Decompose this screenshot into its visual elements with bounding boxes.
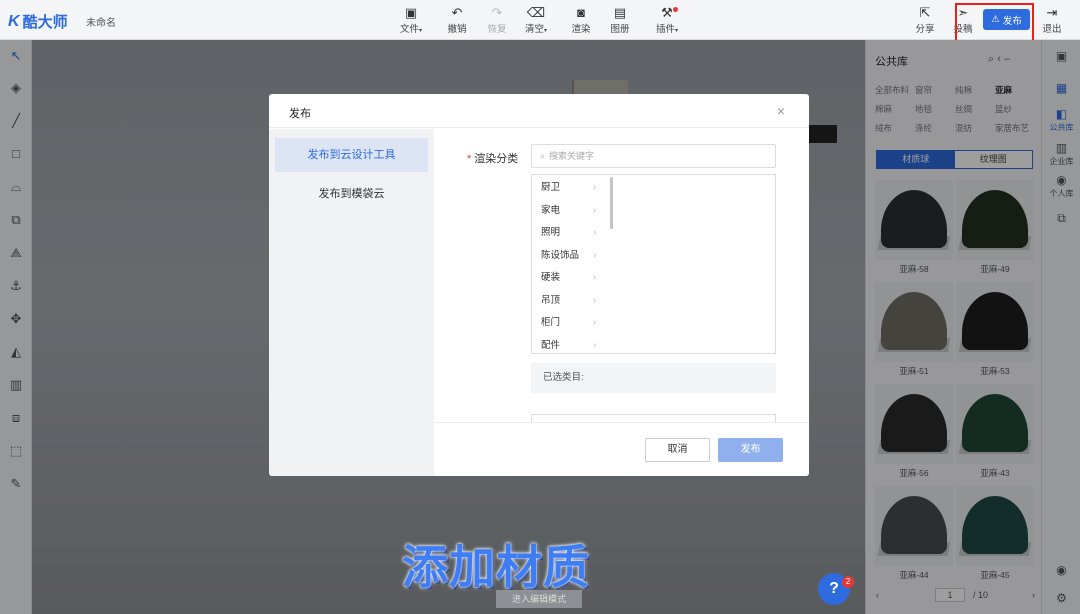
- chevron-right-icon: ›: [593, 204, 597, 216]
- chevron-right-icon: ›: [593, 339, 597, 351]
- render-category-label: * 渲染分类: [467, 153, 519, 165]
- category-label: 陈设饰品: [541, 249, 580, 261]
- render-category-item[interactable]: 吊顶 ›: [541, 290, 606, 312]
- clear-button[interactable]: ⌫ 清空▾: [516, 5, 556, 35]
- dialog-header: 发布 ×: [269, 94, 809, 128]
- render-icon: ◙: [577, 5, 585, 20]
- exit-button[interactable]: ⇥ 退出: [1032, 5, 1072, 35]
- image-icon: ▤: [613, 5, 627, 20]
- app-logo[interactable]: K 酷大师: [8, 11, 68, 32]
- search-icon: ⌕: [540, 151, 546, 161]
- dialog-title: 发布: [289, 108, 311, 120]
- notification-dot: [673, 7, 678, 12]
- redo-icon: ↷: [491, 5, 503, 20]
- undo-button[interactable]: ↶ 撤销: [437, 5, 477, 35]
- top-toolbar: K 酷大师 未命名 ▣ 文件▾ ↶ 撤销 ↷ 恢复 ⌫ 清空▾ ◙ 渲染 ▤ 图册 ⚒ 插件▾ ⇱ 分享 …: [0, 0, 1080, 59]
- render-button[interactable]: ◙ 渲染: [561, 5, 601, 35]
- confirm-publish-button[interactable]: 发布: [718, 438, 783, 462]
- category-label: 吊顶: [541, 294, 561, 306]
- logo-mark-icon: K: [8, 12, 20, 30]
- eraser-icon: ⌫: [526, 5, 546, 20]
- undo-icon: ↶: [451, 5, 463, 20]
- file-button[interactable]: ▣ 文件▾: [391, 5, 431, 35]
- chevron-right-icon: ›: [593, 227, 597, 238]
- close-icon[interactable]: ×: [777, 103, 785, 119]
- file-icon: ▣: [404, 5, 418, 20]
- chevron-down-icon: ▾: [544, 28, 548, 34]
- chevron-right-icon: ›: [593, 272, 597, 283]
- share-icon: ⇱: [919, 5, 931, 20]
- required-mark: *: [467, 153, 472, 165]
- clear-label: 清空: [524, 24, 544, 35]
- plugin-button[interactable]: ⚒ 插件▾: [647, 5, 687, 35]
- publish-target-item[interactable]: 发布到模袋云: [275, 177, 428, 211]
- render-category-item[interactable]: 柜门 ›: [541, 312, 606, 334]
- render-category-list: 厨卫 › 家电 › 照明 › 陈设饰品 › 硬装 › 吊顶 › 柜门 › 配件 ›: [531, 174, 776, 354]
- redo-label: 恢复: [487, 24, 507, 35]
- list-scrollbar[interactable]: [610, 177, 613, 229]
- chevron-right-icon: ›: [593, 249, 597, 261]
- category-label: 硬装: [541, 272, 561, 283]
- dialog-footer: 取消 发布: [434, 422, 809, 476]
- category-label: 家电: [541, 204, 561, 216]
- category-label: 厨卫: [541, 182, 561, 193]
- publish-target-list: 发布到云设计工具 发布到模袋云: [269, 129, 434, 476]
- category-label: 照明: [541, 227, 561, 238]
- render-category-item[interactable]: 陈设饰品 ›: [541, 245, 606, 267]
- hammer-icon: ⚒: [661, 5, 673, 20]
- undo-label: 撤销: [447, 24, 467, 35]
- render-category-item[interactable]: 厨卫 ›: [541, 177, 606, 199]
- publish-target-item[interactable]: 发布到云设计工具: [275, 138, 428, 172]
- chevron-down-icon: ▾: [419, 28, 423, 34]
- file-label: 文件: [399, 24, 419, 35]
- render-category-item[interactable]: 家电 ›: [541, 200, 606, 222]
- help-badge: 2: [842, 576, 854, 588]
- chevron-down-icon: ▾: [675, 28, 679, 34]
- exit-icon: ⇥: [1046, 5, 1058, 20]
- render-label: 渲染: [571, 24, 591, 35]
- next-field-input[interactable]: [531, 414, 776, 422]
- selected-categories: 已选类目:: [531, 363, 776, 393]
- redo-button[interactable]: ↷ 恢复: [477, 5, 517, 35]
- render-category-item[interactable]: 硬装 ›: [541, 267, 606, 289]
- document-name[interactable]: 未命名: [86, 14, 116, 29]
- category-label: 柜门: [541, 317, 561, 328]
- share-button[interactable]: ⇱ 分享: [905, 5, 945, 35]
- render-category-item[interactable]: 配件 ›: [541, 335, 606, 354]
- chevron-right-icon: ›: [593, 294, 597, 306]
- logo-text: 酷大师: [22, 14, 68, 31]
- publish-dialog: 发布 × 发布到云设计工具 发布到模袋云 * 渲染分类 ⌕ 搜索关键字 厨卫 › 家电 ›…: [269, 94, 809, 476]
- render-category-item[interactable]: 照明 ›: [541, 222, 606, 244]
- chevron-right-icon: ›: [593, 182, 597, 193]
- category-search-input[interactable]: ⌕ 搜索关键字: [531, 144, 776, 168]
- drawing-button[interactable]: ▤ 图册: [600, 5, 640, 35]
- plugin-label: 插件: [655, 24, 675, 35]
- category-label: 配件: [541, 339, 561, 351]
- cancel-button[interactable]: 取消: [645, 438, 710, 462]
- video-caption: 添加材质: [402, 541, 590, 593]
- chevron-right-icon: ›: [593, 317, 597, 328]
- drawing-label: 图册: [610, 24, 630, 35]
